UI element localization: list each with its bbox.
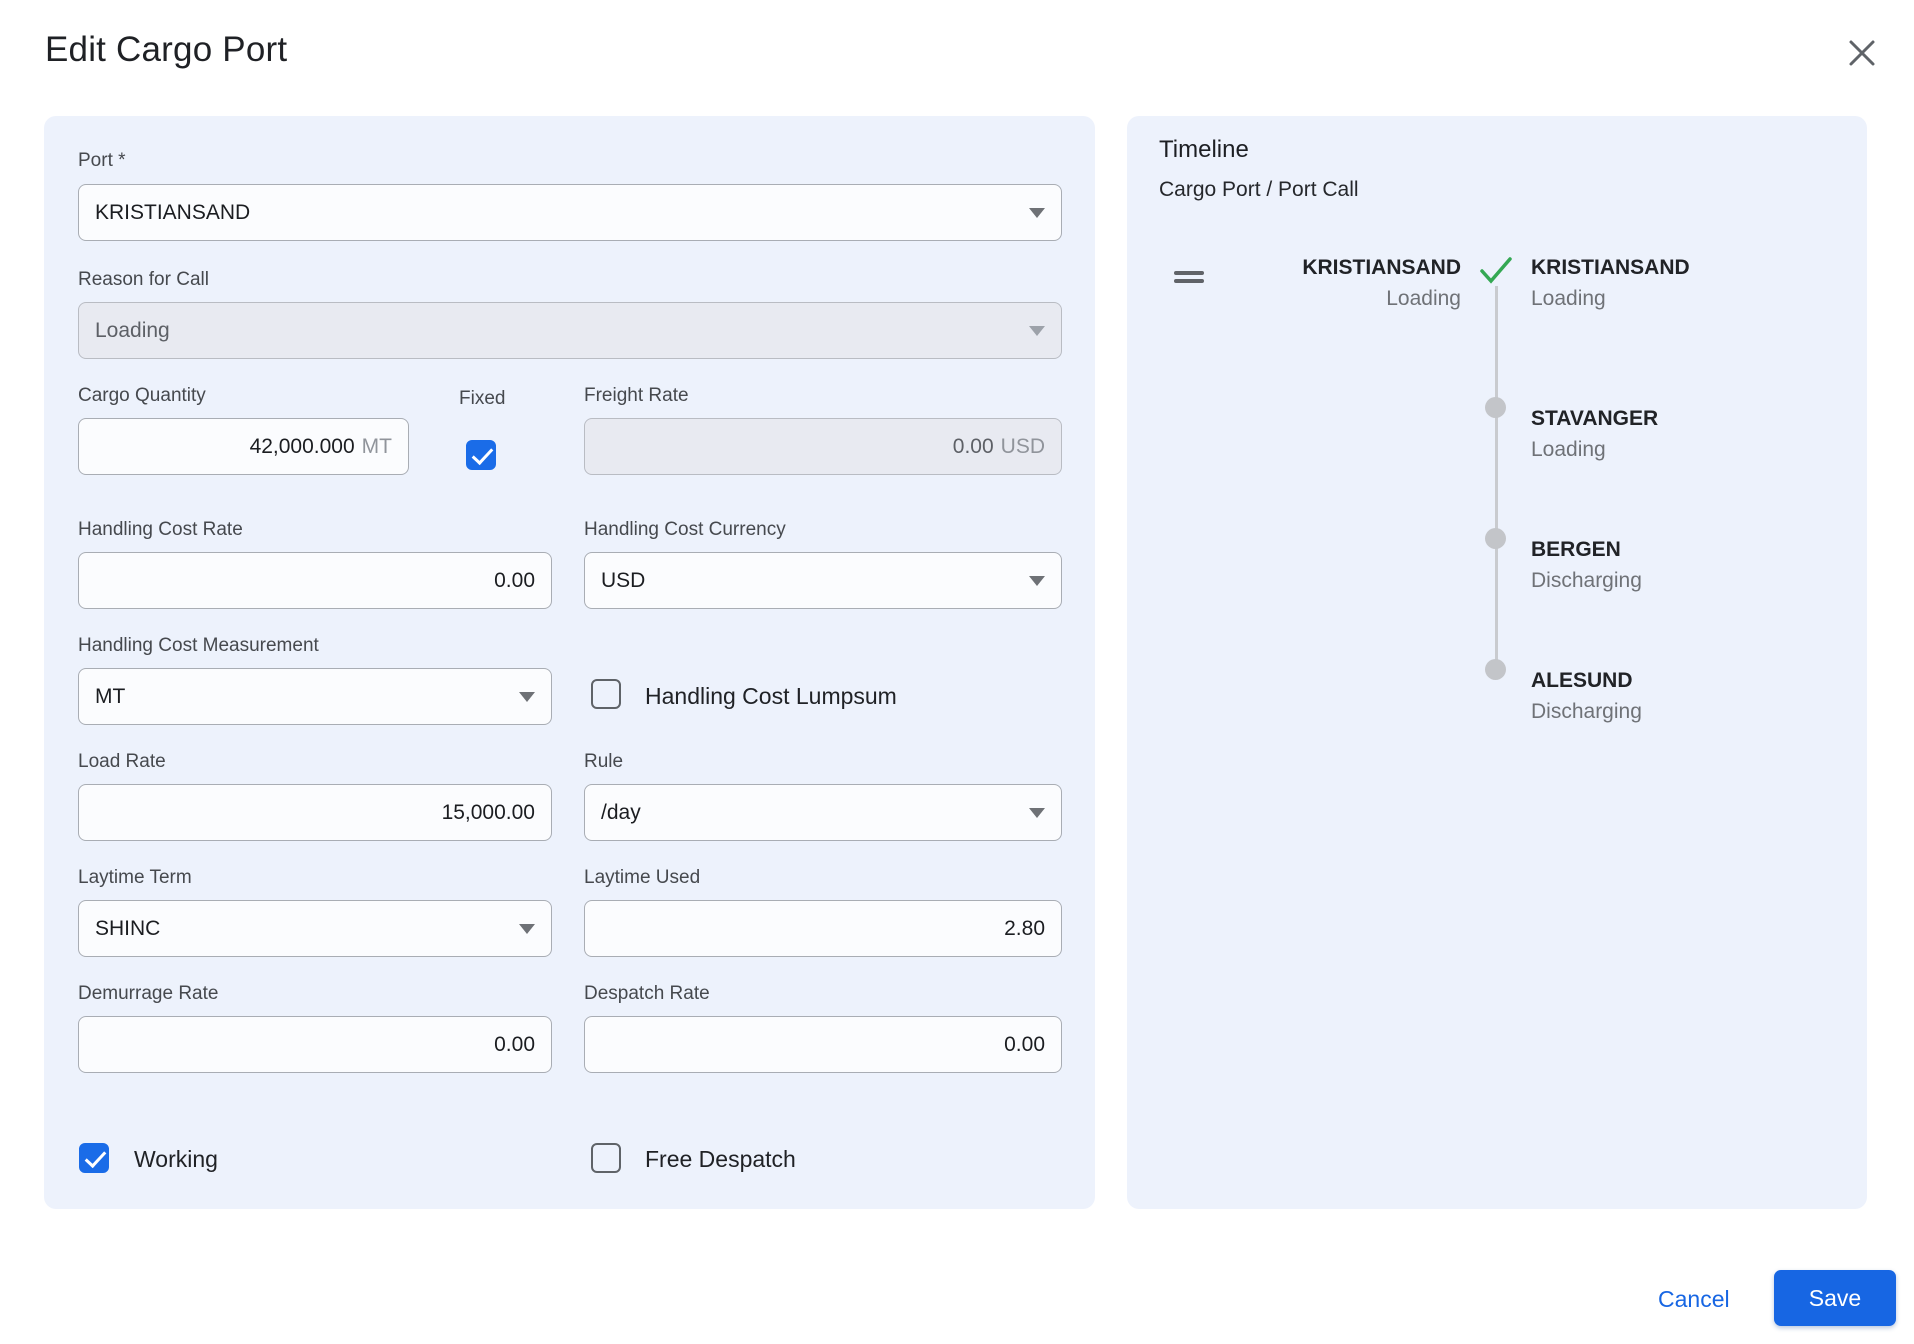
reason-for-call-label: Reason for Call [78, 269, 209, 290]
chevron-down-icon [1029, 325, 1045, 336]
laytime-used-input[interactable]: 2.80 [584, 900, 1062, 957]
reason-for-call-select: Loading [78, 302, 1062, 359]
handling-cost-measurement-select[interactable]: MT [78, 668, 552, 725]
chevron-down-icon [1029, 807, 1045, 818]
handling-cost-currency-select[interactable]: USD [584, 552, 1062, 609]
handling-cost-rate-input[interactable]: 0.00 [78, 552, 552, 609]
timeline-port-call: Loading [1531, 438, 1606, 461]
rule-value: /day [601, 800, 641, 824]
load-rate-value: 15,000.00 [441, 800, 535, 824]
close-button[interactable] [1842, 33, 1882, 73]
timeline-port-call: Loading [1386, 287, 1461, 310]
timeline-port-call: Discharging [1531, 569, 1642, 592]
rule-select[interactable]: /day [584, 784, 1062, 841]
timeline-panel: Timeline Cargo Port / Port Call KRISTIAN… [1127, 116, 1867, 1209]
reason-for-call-value: Loading [95, 318, 170, 342]
cancel-button[interactable]: Cancel [1648, 1278, 1740, 1321]
demurrage-rate-input[interactable]: 0.00 [78, 1016, 552, 1073]
despatch-rate-value: 0.00 [1004, 1032, 1045, 1056]
load-rate-input[interactable]: 15,000.00 [78, 784, 552, 841]
close-icon [1849, 40, 1875, 66]
cargo-quantity-unit: MT [361, 434, 392, 458]
timeline-port-call: Loading [1531, 287, 1606, 310]
timeline-current-entry: KRISTIANSAND Loading [1247, 252, 1461, 314]
freight-rate-label: Freight Rate [584, 385, 689, 406]
timeline-item: KRISTIANSAND Loading [1531, 252, 1690, 314]
free-despatch-checkbox[interactable] [591, 1143, 621, 1173]
chevron-down-icon [1029, 575, 1045, 586]
timeline-dot [1485, 397, 1506, 418]
laytime-term-label: Laytime Term [78, 867, 192, 888]
handling-cost-currency-value: USD [601, 568, 646, 592]
timeline-dot [1485, 659, 1506, 680]
cargo-port-form-panel: Port * KRISTIANSAND Reason for Call Load… [44, 116, 1095, 1209]
chevron-down-icon [1029, 207, 1045, 218]
timeline-port-name: ALESUND [1531, 669, 1633, 692]
timeline-item: STAVANGER Loading [1531, 403, 1658, 465]
timeline-subtitle: Cargo Port / Port Call [1159, 178, 1359, 201]
laytime-used-value: 2.80 [1004, 916, 1045, 940]
working-label: Working [134, 1146, 218, 1172]
timeline-item: BERGEN Discharging [1531, 534, 1642, 596]
check-icon [1480, 257, 1512, 284]
handling-cost-lumpsum-checkbox[interactable] [591, 679, 621, 709]
handling-cost-measurement-value: MT [95, 684, 126, 708]
port-value: KRISTIANSAND [95, 200, 251, 224]
drag-handle-icon[interactable] [1174, 271, 1204, 283]
laytime-term-select[interactable]: SHINC [78, 900, 552, 957]
cargo-quantity-label: Cargo Quantity [78, 385, 206, 406]
rule-label: Rule [584, 751, 624, 772]
handling-cost-currency-label: Handling Cost Currency [584, 519, 786, 540]
timeline-port-name: BERGEN [1531, 538, 1621, 561]
cargo-quantity-value: 42,000.000 [249, 434, 355, 458]
freight-rate-input: 0.00 USD [584, 418, 1062, 475]
timeline-port-name: STAVANGER [1531, 407, 1659, 430]
freight-rate-unit: USD [1000, 434, 1045, 458]
chevron-down-icon [519, 691, 535, 702]
freight-rate-value: 0.00 [952, 434, 994, 458]
laytime-term-value: SHINC [95, 916, 161, 940]
timeline-connector-line [1495, 286, 1498, 670]
handling-cost-rate-label: Handling Cost Rate [78, 519, 243, 540]
port-label: Port * [78, 150, 126, 171]
demurrage-rate-value: 0.00 [494, 1032, 535, 1056]
fixed-checkbox[interactable] [466, 440, 496, 470]
load-rate-label: Load Rate [78, 751, 166, 772]
chevron-down-icon [519, 923, 535, 934]
timeline-dot [1485, 528, 1506, 549]
free-despatch-label: Free Despatch [645, 1146, 796, 1172]
save-button[interactable]: Save [1774, 1270, 1896, 1326]
timeline-port-name: KRISTIANSAND [1302, 256, 1461, 279]
despatch-rate-label: Despatch Rate [584, 983, 710, 1004]
timeline-item: ALESUND Discharging [1531, 665, 1642, 727]
edit-cargo-port-dialog: Edit Cargo Port Port * KRISTIANSAND Reas… [0, 0, 1914, 1344]
demurrage-rate-label: Demurrage Rate [78, 983, 219, 1004]
cargo-quantity-input[interactable]: 42,000.000 MT [78, 418, 409, 475]
timeline-port-name: KRISTIANSAND [1531, 256, 1690, 279]
despatch-rate-input[interactable]: 0.00 [584, 1016, 1062, 1073]
timeline-title: Timeline [1159, 136, 1249, 163]
laytime-used-label: Laytime Used [584, 867, 701, 888]
port-select[interactable]: KRISTIANSAND [78, 184, 1062, 241]
handling-cost-measurement-label: Handling Cost Measurement [78, 635, 319, 656]
timeline-port-call: Discharging [1531, 700, 1642, 723]
working-checkbox[interactable] [79, 1143, 109, 1173]
fixed-label: Fixed [459, 388, 506, 409]
dialog-title: Edit Cargo Port [45, 30, 288, 69]
handling-cost-rate-value: 0.00 [494, 568, 535, 592]
handling-cost-lumpsum-label: Handling Cost Lumpsum [645, 683, 897, 709]
